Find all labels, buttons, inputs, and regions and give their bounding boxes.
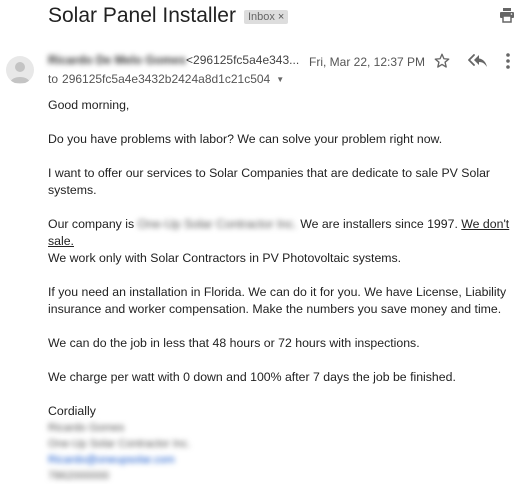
label-remove-button[interactable]: × (278, 11, 284, 23)
email-body: Good morning, Do you have problems with … (48, 97, 526, 484)
company-work-line: We work only with Solar Contractors in P… (48, 251, 402, 265)
signature-phone: 7862000000 (48, 470, 110, 482)
reply-all-icon (468, 54, 487, 67)
star-icon (434, 53, 450, 68)
body-paragraph-5: We can do the job in less that 48 hours … (48, 336, 420, 350)
label-chip-inbox[interactable]: Inbox × (243, 10, 289, 24)
email-subject: Solar Panel Installer (48, 4, 236, 27)
subject-row: Solar Panel Installer Inbox × (48, 4, 289, 28)
signature-company: One-Up Solar Contractor Inc. (48, 438, 191, 450)
company-intro: Our company is (48, 217, 135, 231)
caret-down-icon[interactable]: ▼ (276, 75, 284, 84)
body-paragraph-3: Our company is One-Up Solar Contractor I… (48, 216, 526, 267)
to-address: 296125fc5a4e3432b2424a8d1c21c504 (62, 72, 271, 86)
signature-email-link[interactable]: Ricardo@oneupsolar.com (48, 452, 526, 468)
body-paragraph-2: I want to offer our services to Solar Co… (48, 166, 491, 197)
company-since: We are installers since 1997. (300, 217, 458, 231)
body-closing: Cordially (48, 404, 96, 418)
sender-name[interactable]: Ricardo De Melo Gomes (48, 53, 186, 67)
body-greeting: Good morning, (48, 98, 130, 112)
sender-avatar[interactable] (6, 56, 34, 84)
label-chip-text: Inbox (247, 11, 275, 23)
body-paragraph-6: We charge per watt with 0 down and 100% … (48, 370, 456, 384)
reply-all-button[interactable] (468, 53, 488, 69)
sender-row: Ricardo De Melo Gomes <296125fc5a4e343..… (48, 53, 299, 67)
body-paragraph-4: If you need an installation in Florida. … (48, 285, 507, 316)
print-icon (500, 8, 514, 23)
more-options-button[interactable] (504, 51, 512, 71)
company-name: One-Up Solar Contractor Inc. (137, 217, 297, 231)
print-button[interactable] (499, 7, 515, 23)
recipient-row: to 296125fc5a4e3432b2424a8d1c21c504 ▼ (48, 72, 284, 86)
more-vertical-icon (506, 53, 510, 69)
star-button[interactable] (433, 52, 451, 70)
person-icon (10, 62, 30, 83)
sender-email[interactable]: <296125fc5a4e343... (186, 53, 299, 67)
email-date: Fri, Mar 22, 12:37 PM (309, 55, 426, 69)
body-paragraph-1: Do you have problems with labor? We can … (48, 132, 443, 146)
signature-name: Ricardo Gomes (48, 422, 125, 434)
to-prefix: to (48, 72, 59, 86)
